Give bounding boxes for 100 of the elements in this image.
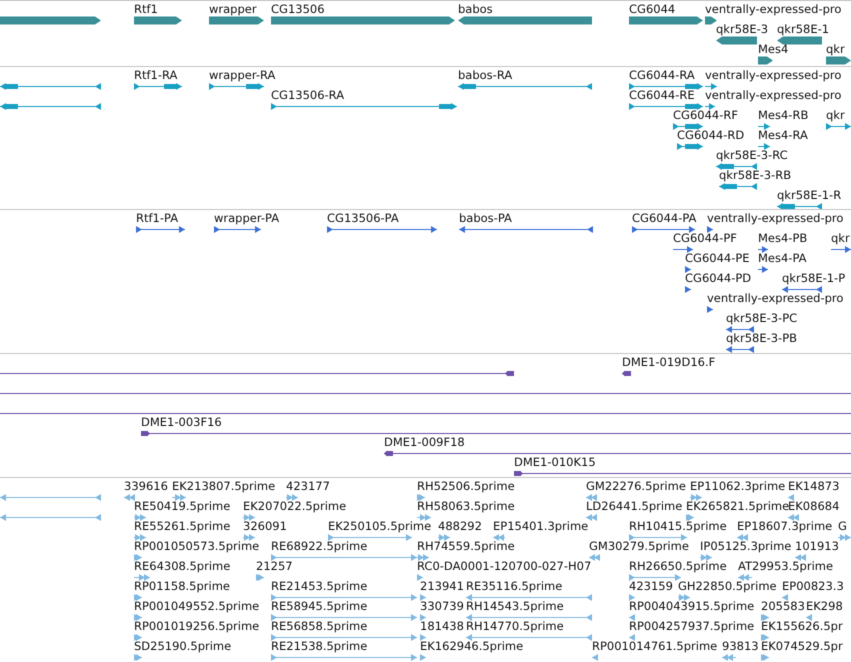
transcript-arrow[interactable] [777,202,822,209]
transcript-arrow[interactable] [705,102,715,111]
transcript-arrow[interactable] [271,102,457,111]
protein-arrow[interactable] [136,225,185,234]
feature-label: wrapper-PA [214,212,280,225]
transcript-arrow[interactable] [758,122,770,131]
est-arrow[interactable] [134,513,146,522]
transcript-arrow[interactable] [758,142,770,151]
transcript-arrow[interactable] [716,162,757,171]
feature-label: ventrally-expressed-pro [705,89,842,102]
feature-label: EK08684 [788,500,840,513]
est-arrow[interactable] [134,533,146,542]
transcript-arrow[interactable] [134,82,182,91]
feature-label: G [838,520,847,533]
protein-arrow[interactable] [459,225,593,234]
feature-label: CG6044-RA [629,69,695,82]
protein-arrow[interactable] [707,225,713,234]
protein-arrow[interactable] [327,225,437,234]
feature-label: 423177 [286,480,330,493]
feature-label: RC0-DA0001-120700-027-H07 [417,560,592,573]
transcript-arrow[interactable] [719,182,757,191]
transcript-arrow[interactable] [673,122,703,131]
protein-arrow[interactable] [726,345,754,353]
clone-line[interactable] [384,449,851,458]
protein-arrow[interactable] [707,305,713,314]
est-arrow[interactable] [420,633,426,642]
est-arrow[interactable] [134,553,142,562]
gene-arrow[interactable] [629,16,703,25]
est-arrow[interactable] [243,513,255,522]
feature-label: IP05125.3prime [700,540,792,553]
est-arrow[interactable] [690,493,702,502]
clone-line[interactable] [514,469,851,477]
gene-arrow[interactable] [0,16,101,25]
est-arrow[interactable] [737,533,747,542]
transcript-arrow[interactable] [677,142,703,151]
gene-arrow[interactable] [716,36,757,45]
transcript-arrow[interactable] [629,82,703,91]
est-arrow[interactable] [761,633,769,642]
gene-arrow[interactable] [134,16,182,25]
feature-label: DME1-003F16 [141,416,222,429]
feature-label: qkr [826,109,845,122]
protein-arrow[interactable] [673,245,693,254]
protein-arrow[interactable] [632,225,695,234]
feature-label: ventrally-expressed-pro [705,69,842,82]
est-arrow[interactable] [629,593,635,602]
protein-arrow[interactable] [726,325,754,334]
est-arrow[interactable] [134,613,142,622]
est-arrow[interactable] [286,493,298,502]
transcript-arrow[interactable] [826,122,851,131]
gene-arrow[interactable] [777,36,822,45]
transcript-arrow[interactable] [0,82,101,91]
est-arrow[interactable] [782,593,788,602]
est-arrow[interactable] [417,493,425,502]
protein-arrow[interactable] [758,245,768,254]
feature-label: RE56858.5prime [271,620,368,633]
est-arrow[interactable] [134,593,142,602]
protein-arrow[interactable] [758,265,768,274]
est-arrow[interactable] [761,613,769,622]
feature-label: EK207022.5prime [243,500,346,513]
feature-label: 330739 [420,600,464,613]
gene-arrow[interactable] [826,56,851,65]
clone-line[interactable] [0,369,514,378]
gene-arrow[interactable] [209,16,264,25]
feature-label: RH14543.5prime [466,600,564,613]
feature-label: RH74559.5prime [417,540,515,553]
feature-label: CG6044-RF [673,109,738,122]
transcript-arrow[interactable] [209,82,264,91]
est-arrow[interactable] [420,593,426,602]
est-arrow[interactable] [134,633,142,642]
feature-label: EP11062.3prime [690,480,786,493]
est-arrow[interactable] [788,493,794,502]
protein-arrow[interactable] [214,225,261,234]
feature-label: Mes4-PA [758,252,807,265]
clone-line[interactable] [141,429,851,438]
feature-label: 339616 [124,480,168,493]
transcript-arrow[interactable] [0,102,101,111]
est-arrow[interactable] [686,513,694,522]
est-arrow[interactable] [629,613,635,622]
feature-label: qkr58E-3-PC [726,312,798,325]
est-arrow[interactable] [417,553,429,562]
feature-label: CG13506-PA [327,212,399,225]
feature-label: EK14873 [788,480,840,493]
feature-label: RP001050573.5prime [134,540,260,553]
protein-arrow[interactable] [831,245,851,254]
feature-label: SD25190.5prime [134,640,232,653]
feature-label: qkr58E-1-P [782,272,846,285]
protein-arrow[interactable] [685,285,691,294]
transcript-arrow[interactable] [705,82,717,91]
transcript-arrow[interactable] [458,82,592,91]
gene-arrow[interactable] [705,16,717,25]
feature-label: ventrally-expressed-pro [707,212,844,225]
gene-arrow[interactable] [758,56,773,65]
clone-line[interactable] [622,369,628,378]
feature-label: qkr58E-3-RC [716,149,788,162]
est-arrow[interactable] [134,573,150,582]
est-arrow[interactable] [806,613,812,622]
protein-arrow[interactable] [782,285,822,294]
transcript-arrow[interactable] [629,102,703,111]
protein-arrow[interactable] [685,265,691,274]
feature-label: wrapper-RA [209,69,276,82]
